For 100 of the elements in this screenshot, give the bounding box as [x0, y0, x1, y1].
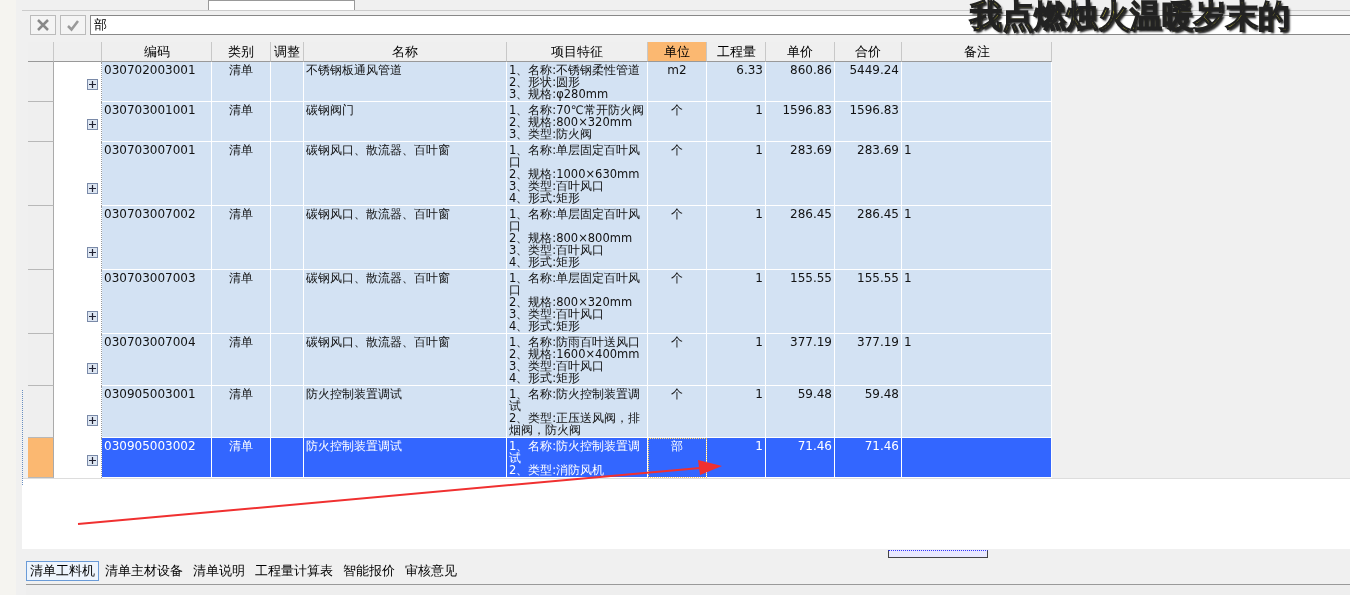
column-header[interactable]: 类别: [212, 42, 271, 62]
table-cell: [271, 102, 304, 142]
expand-icon[interactable]: [87, 119, 98, 130]
tab[interactable]: 清单工料机: [26, 561, 99, 581]
table-cell: 碳钢风口、散流器、百叶窗: [304, 270, 507, 334]
table-cell: 1: [707, 142, 766, 206]
table-cell: 283.69: [835, 142, 902, 206]
table-cell: [271, 438, 304, 478]
table-cell: 1: [707, 386, 766, 438]
table-cell: 1: [902, 334, 1052, 386]
table-cell: 030702003001: [102, 62, 212, 102]
row-header[interactable]: [28, 334, 54, 386]
table-cell: 59.48: [766, 386, 835, 438]
table-cell: 清单: [212, 142, 271, 206]
close-icon: [36, 18, 50, 32]
column-header[interactable]: 工程量: [707, 42, 766, 62]
table-cell: 71.46: [766, 438, 835, 478]
table-cell: 个: [648, 142, 707, 206]
table-cell: 155.55: [766, 270, 835, 334]
table-cell: 部: [648, 438, 707, 478]
table-cell: 030703007002: [102, 206, 212, 270]
table-cell: 1: [902, 206, 1052, 270]
column-header[interactable]: 备注: [902, 42, 1052, 62]
table-cell: 碳钢风口、散流器、百叶窗: [304, 334, 507, 386]
table-cell: 1、名称:防雨百叶送风口 2、规格:1600×400mm 3、类型:百叶风口 4、形式:矩形: [507, 334, 648, 386]
table-cell: 碳钢风口、散流器、百叶窗: [304, 142, 507, 206]
column-header[interactable]: 编码: [102, 42, 212, 62]
table-cell: 清单: [212, 386, 271, 438]
confirm-button[interactable]: [60, 15, 86, 35]
table-cell: 59.48: [835, 386, 902, 438]
table-cell: [271, 206, 304, 270]
table-cell: 286.45: [835, 206, 902, 270]
table-cell: m2: [648, 62, 707, 102]
column-header[interactable]: 单价: [766, 42, 835, 62]
expand-icon[interactable]: [87, 311, 98, 322]
tab[interactable]: 清单说明: [189, 561, 249, 581]
table-cell: 清单: [212, 102, 271, 142]
table-cell: 防火控制装置调试: [304, 438, 507, 478]
expand-icon[interactable]: [87, 415, 98, 426]
table-cell: 不锈钢板通风管道: [304, 62, 507, 102]
expand-icon[interactable]: [87, 247, 98, 258]
column-header[interactable]: 单位: [648, 42, 707, 62]
tab[interactable]: 审核意见: [401, 561, 461, 581]
table-cell: 030905003002: [102, 438, 212, 478]
table-cell: 030703001001: [102, 102, 212, 142]
table-cell: 个: [648, 334, 707, 386]
column-header[interactable]: 合价: [835, 42, 902, 62]
expand-icon[interactable]: [87, 183, 98, 194]
table-cell: 1、名称:不锈钢柔性管道 2、形状:圆形 3、规格:φ280mm: [507, 62, 648, 102]
row-header[interactable]: [28, 142, 54, 206]
table-cell: 377.19: [766, 334, 835, 386]
expand-icon[interactable]: [87, 455, 98, 466]
column-header[interactable]: 调整: [271, 42, 304, 62]
expand-icon[interactable]: [87, 79, 98, 90]
table-cell: [271, 270, 304, 334]
table-cell: 030703007004: [102, 334, 212, 386]
tab[interactable]: 智能报价: [339, 561, 399, 581]
table-cell: 71.46: [835, 438, 902, 478]
table-cell: 个: [648, 102, 707, 142]
tab[interactable]: 工程量计算表: [251, 561, 337, 581]
column-header[interactable]: 名称: [304, 42, 507, 62]
table-cell: 860.86: [766, 62, 835, 102]
table-cell: [271, 386, 304, 438]
table-cell: 030905003001: [102, 386, 212, 438]
expand-icon[interactable]: [87, 363, 98, 374]
row-header[interactable]: [28, 386, 54, 438]
cancel-button[interactable]: [30, 15, 56, 35]
table-cell: 155.55: [835, 270, 902, 334]
table-cell: 1: [707, 102, 766, 142]
row-header[interactable]: [28, 270, 54, 334]
table-cell: 清单: [212, 206, 271, 270]
row-header[interactable]: [28, 206, 54, 270]
table-cell: 1、名称:单层固定百叶风口 2、规格:800×320mm 3、类型:百叶风口 4、形式:矩形: [507, 270, 648, 334]
table-cell: 1: [707, 270, 766, 334]
table-cell: 5449.24: [835, 62, 902, 102]
table-cell: 清单: [212, 270, 271, 334]
table-cell: 030703007001: [102, 142, 212, 206]
table-cell: 清单: [212, 62, 271, 102]
table-cell: 030703007003: [102, 270, 212, 334]
table-cell: 1、名称:防火控制装置调试 2、类型:消防风机: [507, 438, 648, 478]
table-cell: 清单: [212, 438, 271, 478]
row-header[interactable]: [28, 62, 54, 102]
row-header[interactable]: [28, 102, 54, 142]
table-cell: 1、名称:单层固定百叶风口 2、规格:1000×630mm 3、类型:百叶风口 4、形式:矩形: [507, 142, 648, 206]
header-cell: [54, 42, 102, 62]
table-cell: 清单: [212, 334, 271, 386]
table-cell: 6.33: [707, 62, 766, 102]
table-cell: 283.69: [766, 142, 835, 206]
table-cell: 1: [902, 270, 1052, 334]
checkmark-icon: [66, 18, 80, 32]
table-cell: 1596.83: [766, 102, 835, 142]
table-cell: 个: [648, 270, 707, 334]
splitter-handle[interactable]: [888, 550, 988, 558]
tab[interactable]: 清单主材设备: [101, 561, 187, 581]
table-cell: 1: [707, 438, 766, 478]
column-header[interactable]: 项目特征: [507, 42, 648, 62]
table-cell: 个: [648, 206, 707, 270]
table-cell: 个: [648, 386, 707, 438]
table-cell: 1596.83: [835, 102, 902, 142]
table-cell: 1、名称:单层固定百叶风口 2、规格:800×800mm 3、类型:百叶风口 4、形式:矩形: [507, 206, 648, 270]
